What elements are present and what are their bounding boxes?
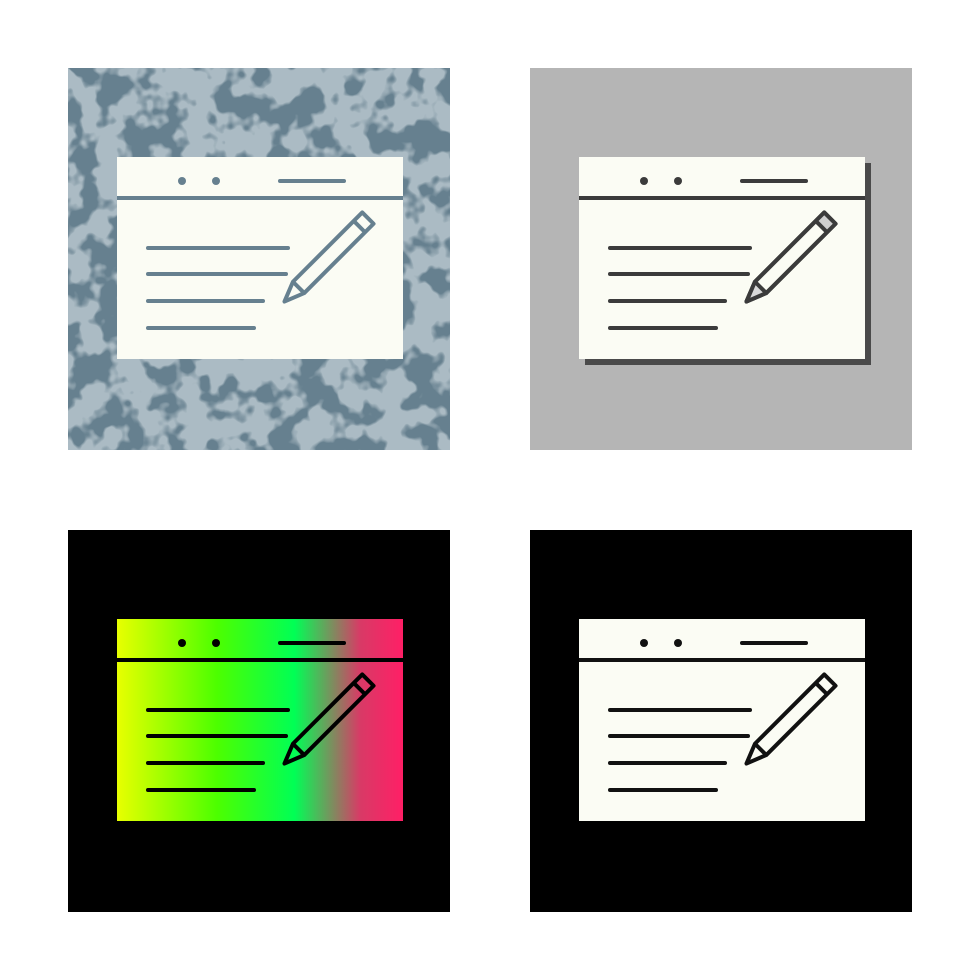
window-dot-icon <box>178 639 186 647</box>
browser-edit-icon <box>530 68 912 450</box>
icon-set <box>0 0 980 980</box>
window-dot-icon <box>212 639 220 647</box>
window-dot-icon <box>674 177 682 185</box>
browser-edit-icon <box>68 530 450 912</box>
window-dot-icon <box>640 177 648 185</box>
variant-flat-shadow <box>530 68 912 450</box>
variant-gradient <box>68 530 450 912</box>
browser-edit-icon <box>530 530 912 912</box>
window-dot-icon <box>212 177 220 185</box>
window-dot-icon <box>178 177 186 185</box>
window-dot-icon <box>674 639 682 647</box>
window-dot-icon <box>640 639 648 647</box>
browser-edit-icon <box>68 68 450 450</box>
variant-glyph-textured <box>68 68 450 450</box>
variant-line-on-dark <box>530 530 912 912</box>
